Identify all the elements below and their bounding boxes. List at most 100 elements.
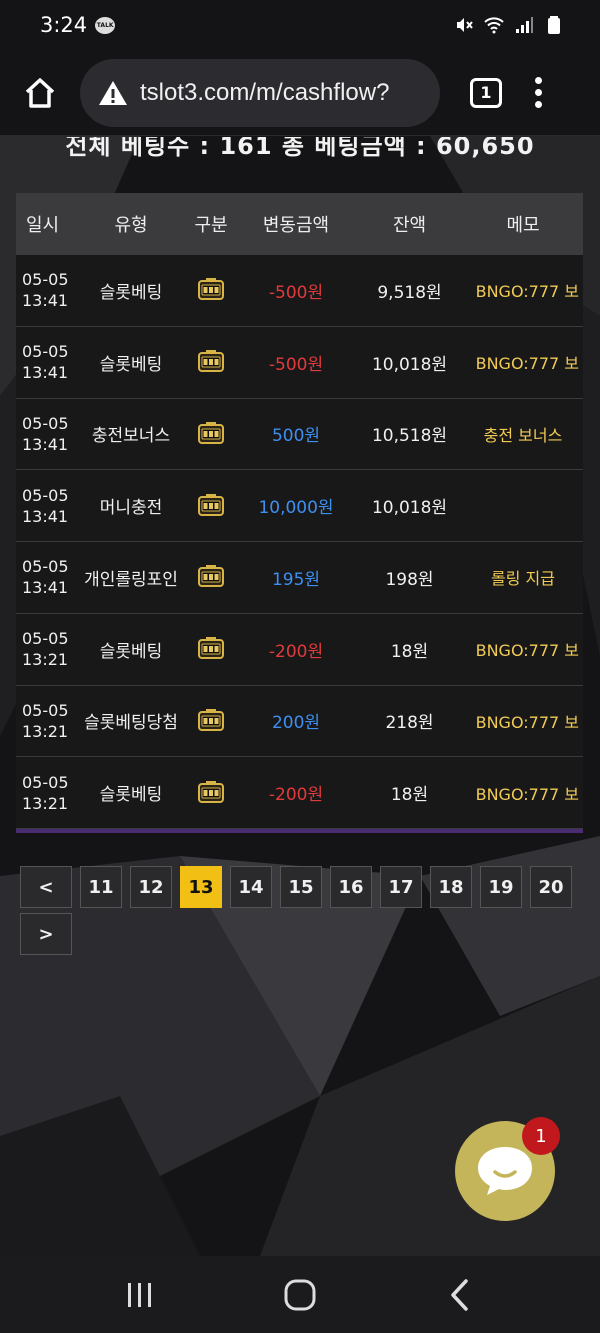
row-balance: 10,018원 xyxy=(371,354,448,375)
header-type: 유형 xyxy=(114,215,148,236)
row-amount: 200원 xyxy=(271,713,321,734)
cashflow-table: 일시 유형 구분 변동금액 잔액 메모 05-05 13:41 슬롯베팅 -500원 9… xyxy=(16,193,583,833)
table-row: 05-05 13:41 머니충전 10,000원 10,018원 xyxy=(16,470,583,542)
table-row: 05-05 13:41 개인롤링포인 195원 198원 롤링 지급 xyxy=(16,542,583,614)
row-category xyxy=(186,278,236,302)
browser-toolbar: tslot3.com/m/cashflow? 1 xyxy=(0,50,600,136)
row-amount: -500원 xyxy=(268,282,324,303)
address-bar[interactable]: tslot3.com/m/cashflow? xyxy=(80,58,440,127)
row-date: 05-05 xyxy=(22,342,69,362)
url-text: tslot3.com/m/cashflow? xyxy=(140,78,390,106)
row-amount: 10,000원 xyxy=(258,498,334,519)
table-header: 일시 유형 구분 변동금액 잔액 메모 xyxy=(16,193,583,255)
bet-summary-text: 전체 베팅수 : 161 총 베팅금액 : 60,650 xyxy=(65,137,535,160)
kakaotalk-notification-icon: TALK xyxy=(95,16,116,34)
slot-machine-icon xyxy=(198,637,224,660)
more-menu-button[interactable] xyxy=(534,77,542,108)
page-button[interactable]: 14 xyxy=(230,866,272,908)
page-button[interactable]: 15 xyxy=(280,866,322,908)
recent-apps-button[interactable] xyxy=(110,1270,170,1320)
row-amount: 195원 xyxy=(271,569,321,590)
recent-apps-icon xyxy=(128,1282,151,1307)
row-time: 13:41 xyxy=(22,434,69,454)
row-date: 05-05 xyxy=(22,413,69,433)
table-body: 05-05 13:41 슬롯베팅 -500원 9,518원 BNGO:777 보 05-05… xyxy=(16,255,583,829)
page-button[interactable]: 11 xyxy=(80,866,122,908)
slot-machine-icon xyxy=(198,278,224,301)
status-time: 3:24 xyxy=(40,13,88,37)
row-time: 13:41 xyxy=(22,363,69,383)
table-row: 05-05 13:21 슬롯베팅 -200원 18원 BNGO:777 보 xyxy=(16,613,583,686)
row-amount: 500원 xyxy=(271,426,321,447)
pagination: < 11 12 13 14 15 16 17 18 19 20 > xyxy=(20,866,580,955)
prev-page-button[interactable]: < xyxy=(20,866,72,908)
warning-icon[interactable] xyxy=(98,79,128,107)
row-memo: 롤링 지급 xyxy=(491,569,555,589)
header-memo: 메모 xyxy=(506,215,540,236)
wifi-icon xyxy=(484,17,504,34)
table-row: 05-05 13:41 충전보너스 500원 10,518원 충전 보너스 xyxy=(16,398,583,471)
slot-machine-icon xyxy=(198,565,224,588)
row-balance: 18원 xyxy=(390,641,429,662)
home-nav-icon xyxy=(284,1279,316,1310)
row-time: 13:41 xyxy=(22,291,69,311)
back-button[interactable] xyxy=(430,1270,490,1320)
table-row: 05-05 13:21 슬롯베팅당첨 200원 218원 BNGO:777 보 xyxy=(16,685,583,758)
table-row: 05-05 13:41 슬롯베팅 -500원 10,018원 BNGO:777 보 xyxy=(16,326,583,399)
row-date: 05-05 xyxy=(22,700,69,720)
row-category xyxy=(186,637,236,661)
row-time: 13:21 xyxy=(22,650,69,670)
page-button-current[interactable]: 13 xyxy=(180,866,222,908)
row-amount: -200원 xyxy=(268,641,324,662)
header-balance: 잔액 xyxy=(392,215,427,236)
row-category xyxy=(186,708,236,733)
row-category xyxy=(186,780,236,805)
row-datetime: 05-05 13:21 xyxy=(16,628,76,670)
next-page-button[interactable]: > xyxy=(20,913,72,955)
back-arrow-icon xyxy=(451,1278,468,1311)
tab-switcher-button[interactable]: 1 xyxy=(470,77,502,108)
row-memo: BNGO:777 보 xyxy=(475,282,579,302)
mute-icon xyxy=(457,18,473,32)
row-datetime: 05-05 13:21 xyxy=(16,772,76,814)
row-datetime: 05-05 13:41 xyxy=(16,485,76,527)
page-button[interactable]: 12 xyxy=(130,866,172,908)
row-date: 05-05 xyxy=(22,557,69,577)
home-nav-button[interactable] xyxy=(270,1270,330,1320)
page-button[interactable]: 18 xyxy=(430,866,472,908)
row-balance: 10,518원 xyxy=(371,426,448,447)
menu-dot-icon xyxy=(534,101,542,108)
row-time: 13:41 xyxy=(22,506,69,526)
row-memo: BNGO:777 보 xyxy=(475,354,579,374)
slot-machine-icon xyxy=(198,421,224,444)
home-button[interactable] xyxy=(0,50,80,136)
row-memo: BNGO:777 보 xyxy=(475,712,579,732)
row-date: 05-05 xyxy=(22,270,69,290)
row-amount: -500원 xyxy=(268,354,324,375)
row-datetime: 05-05 13:21 xyxy=(16,700,76,742)
row-type: 슬롯베팅 xyxy=(99,282,163,303)
row-category xyxy=(186,350,236,374)
row-date: 05-05 xyxy=(22,772,69,792)
menu-dot-icon xyxy=(534,77,542,84)
page-button[interactable]: 16 xyxy=(330,866,372,908)
table-footer-line xyxy=(16,829,583,833)
table-row: 05-05 13:21 슬롯베팅 -200원 18원 BNGO:777 보 xyxy=(16,757,583,829)
page-button[interactable]: 20 xyxy=(530,866,572,908)
slot-machine-icon xyxy=(198,493,224,516)
chat-icon xyxy=(478,1147,532,1195)
page-button[interactable]: 19 xyxy=(480,866,522,908)
chat-unread-badge: 1 xyxy=(522,1117,560,1155)
row-type: 슬롯베팅 xyxy=(99,641,163,662)
row-datetime: 05-05 13:41 xyxy=(16,413,76,455)
bet-summary: 전체 베팅수 : 161 총 베팅금액 : 60,650 xyxy=(0,137,600,177)
system-nav-bar xyxy=(0,1256,600,1333)
row-date: 05-05 xyxy=(22,629,69,649)
status-bar: 3:24 TALK xyxy=(0,0,600,50)
row-type: 머니충전 xyxy=(99,498,163,519)
page-button[interactable]: 17 xyxy=(380,866,422,908)
slot-machine-icon xyxy=(198,350,224,373)
row-type: 충전보너스 xyxy=(91,426,171,447)
row-memo: BNGO:777 보 xyxy=(475,784,579,804)
row-time: 13:21 xyxy=(22,721,69,741)
